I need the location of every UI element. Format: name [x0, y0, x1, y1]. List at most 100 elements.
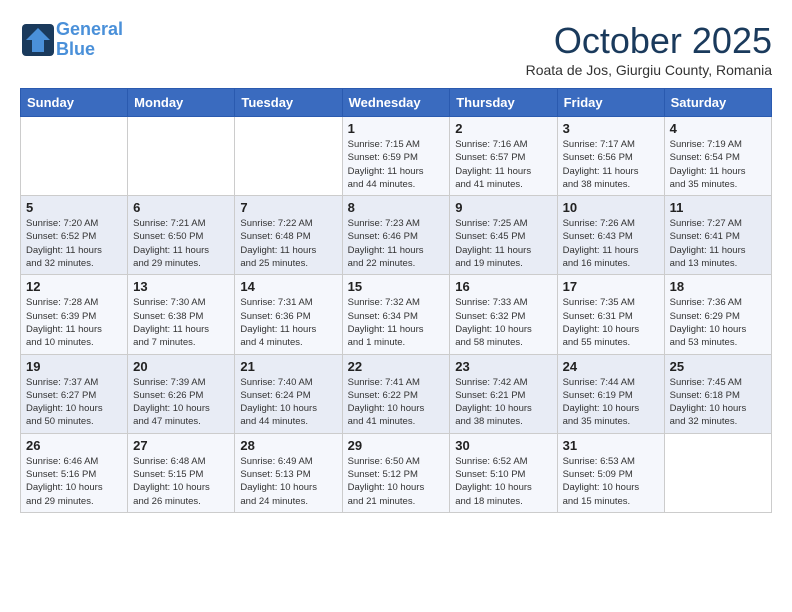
calendar-cell: 11 Sunrise: 7:27 AM Sunset: 6:41 PM Dayli…: [664, 196, 771, 275]
calendar-cell: 25 Sunrise: 7:45 AM Sunset: 6:18 PM Dayli…: [664, 354, 771, 433]
calendar-cell: 20 Sunrise: 7:39 AM Sunset: 6:26 PM Dayli…: [128, 354, 235, 433]
calendar-week-row: 1Sunrise: 7:15 AM Sunset: 6:59 PM Daylig…: [21, 117, 772, 196]
day-number: 29: [348, 438, 445, 453]
calendar-cell: 28Sunrise: 6:49 AM Sunset: 5:13 PM Dayli…: [235, 433, 342, 512]
day-number: 22: [348, 359, 445, 374]
calendar-week-row: 26Sunrise: 6:46 AM Sunset: 5:16 PM Dayli…: [21, 433, 772, 512]
day-number: 19: [26, 359, 122, 374]
calendar-week-row: 19Sunrise: 7:37 AM Sunset: 6:27 PM Dayli…: [21, 354, 772, 433]
calendar-week-row: 5 Sunrise: 7:20 AM Sunset: 6:52 PM Daylig…: [21, 196, 772, 275]
day-number: 13: [133, 279, 229, 294]
calendar-cell: 31 Sunrise: 6:53 AM Sunset: 5:09 PM Dayli…: [557, 433, 664, 512]
calendar-cell: 15 Sunrise: 7:32 AM Sunset: 6:34 PM Dayli…: [342, 275, 450, 354]
calendar-cell: 29Sunrise: 6:50 AM Sunset: 5:12 PM Dayli…: [342, 433, 450, 512]
calendar-cell: 16 Sunrise: 7:33 AM Sunset: 6:32 PM Dayli…: [450, 275, 557, 354]
day-info: Sunrise: 7:20 AM Sunset: 6:52 PM Dayligh…: [26, 217, 122, 270]
day-info: Sunrise: 7:27 AM Sunset: 6:41 PM Dayligh…: [670, 217, 766, 270]
weekday-header: Wednesday: [342, 89, 450, 117]
day-number: 25: [670, 359, 766, 374]
calendar-cell: 5 Sunrise: 7:20 AM Sunset: 6:52 PM Daylig…: [21, 196, 128, 275]
day-info: Sunrise: 7:33 AM Sunset: 6:32 PM Dayligh…: [455, 296, 551, 349]
day-number: 21: [240, 359, 336, 374]
day-number: 15: [348, 279, 445, 294]
day-info: Sunrise: 7:23 AM Sunset: 6:46 PM Dayligh…: [348, 217, 445, 270]
calendar-cell: 23 Sunrise: 7:42 AM Sunset: 6:21 PM Dayli…: [450, 354, 557, 433]
weekday-header: Thursday: [450, 89, 557, 117]
day-number: 11: [670, 200, 766, 215]
day-number: 3: [563, 121, 659, 136]
weekday-header: Friday: [557, 89, 664, 117]
day-info: Sunrise: 7:32 AM Sunset: 6:34 PM Dayligh…: [348, 296, 445, 349]
logo-text: General Blue: [56, 20, 123, 60]
calendar-cell: [235, 117, 342, 196]
logo-icon: [20, 22, 56, 58]
calendar-cell: 26Sunrise: 6:46 AM Sunset: 5:16 PM Dayli…: [21, 433, 128, 512]
calendar-cell: 2 Sunrise: 7:16 AM Sunset: 6:57 PM Daylig…: [450, 117, 557, 196]
day-info: Sunrise: 7:26 AM Sunset: 6:43 PM Dayligh…: [563, 217, 659, 270]
calendar-cell: 27 Sunrise: 6:48 AM Sunset: 5:15 PM Dayli…: [128, 433, 235, 512]
calendar-cell: 10 Sunrise: 7:26 AM Sunset: 6:43 PM Dayli…: [557, 196, 664, 275]
day-info: Sunrise: 7:44 AM Sunset: 6:19 PM Dayligh…: [563, 376, 659, 429]
weekday-header: Tuesday: [235, 89, 342, 117]
month-title: October 2025: [526, 20, 772, 62]
weekday-header: Sunday: [21, 89, 128, 117]
calendar-cell: 24 Sunrise: 7:44 AM Sunset: 6:19 PM Dayli…: [557, 354, 664, 433]
day-info: Sunrise: 7:15 AM Sunset: 6:59 PM Dayligh…: [348, 138, 445, 191]
day-info: Sunrise: 7:16 AM Sunset: 6:57 PM Dayligh…: [455, 138, 551, 191]
day-number: 16: [455, 279, 551, 294]
calendar-cell: [664, 433, 771, 512]
day-info: Sunrise: 7:28 AM Sunset: 6:39 PM Dayligh…: [26, 296, 122, 349]
day-number: 27: [133, 438, 229, 453]
day-info: Sunrise: 7:41 AM Sunset: 6:22 PM Dayligh…: [348, 376, 445, 429]
day-number: 20: [133, 359, 229, 374]
calendar-cell: 8 Sunrise: 7:23 AM Sunset: 6:46 PM Daylig…: [342, 196, 450, 275]
calendar-cell: 4Sunrise: 7:19 AM Sunset: 6:54 PM Daylig…: [664, 117, 771, 196]
page-header: General Blue October 2025 Roata de Jos, …: [20, 20, 772, 78]
day-number: 12: [26, 279, 122, 294]
day-number: 14: [240, 279, 336, 294]
calendar-cell: 7 Sunrise: 7:22 AM Sunset: 6:48 PM Daylig…: [235, 196, 342, 275]
day-info: Sunrise: 7:45 AM Sunset: 6:18 PM Dayligh…: [670, 376, 766, 429]
day-info: Sunrise: 7:40 AM Sunset: 6:24 PM Dayligh…: [240, 376, 336, 429]
calendar-cell: 6 Sunrise: 7:21 AM Sunset: 6:50 PM Daylig…: [128, 196, 235, 275]
day-info: Sunrise: 7:19 AM Sunset: 6:54 PM Dayligh…: [670, 138, 766, 191]
calendar-cell: 9Sunrise: 7:25 AM Sunset: 6:45 PM Daylig…: [450, 196, 557, 275]
calendar-cell: [21, 117, 128, 196]
weekday-header: Monday: [128, 89, 235, 117]
day-number: 17: [563, 279, 659, 294]
day-info: Sunrise: 7:39 AM Sunset: 6:26 PM Dayligh…: [133, 376, 229, 429]
day-info: Sunrise: 7:36 AM Sunset: 6:29 PM Dayligh…: [670, 296, 766, 349]
day-number: 31: [563, 438, 659, 453]
title-block: October 2025 Roata de Jos, Giurgiu Count…: [526, 20, 772, 78]
day-number: 5: [26, 200, 122, 215]
day-number: 23: [455, 359, 551, 374]
calendar-cell: 17Sunrise: 7:35 AM Sunset: 6:31 PM Dayli…: [557, 275, 664, 354]
day-number: 2: [455, 121, 551, 136]
day-number: 7: [240, 200, 336, 215]
weekday-header-row: SundayMondayTuesdayWednesdayThursdayFrid…: [21, 89, 772, 117]
calendar-cell: 18Sunrise: 7:36 AM Sunset: 6:29 PM Dayli…: [664, 275, 771, 354]
day-number: 10: [563, 200, 659, 215]
day-info: Sunrise: 6:48 AM Sunset: 5:15 PM Dayligh…: [133, 455, 229, 508]
calendar-cell: 1Sunrise: 7:15 AM Sunset: 6:59 PM Daylig…: [342, 117, 450, 196]
calendar-cell: 22 Sunrise: 7:41 AM Sunset: 6:22 PM Dayli…: [342, 354, 450, 433]
day-info: Sunrise: 7:22 AM Sunset: 6:48 PM Dayligh…: [240, 217, 336, 270]
calendar-cell: 3Sunrise: 7:17 AM Sunset: 6:56 PM Daylig…: [557, 117, 664, 196]
day-number: 6: [133, 200, 229, 215]
day-info: Sunrise: 6:52 AM Sunset: 5:10 PM Dayligh…: [455, 455, 551, 508]
location-subtitle: Roata de Jos, Giurgiu County, Romania: [526, 62, 772, 78]
day-number: 28: [240, 438, 336, 453]
day-info: Sunrise: 7:25 AM Sunset: 6:45 PM Dayligh…: [455, 217, 551, 270]
day-info: Sunrise: 7:42 AM Sunset: 6:21 PM Dayligh…: [455, 376, 551, 429]
calendar-cell: 12 Sunrise: 7:28 AM Sunset: 6:39 PM Dayli…: [21, 275, 128, 354]
calendar-week-row: 12 Sunrise: 7:28 AM Sunset: 6:39 PM Dayli…: [21, 275, 772, 354]
day-number: 8: [348, 200, 445, 215]
weekday-header: Saturday: [664, 89, 771, 117]
day-number: 26: [26, 438, 122, 453]
calendar-cell: 19Sunrise: 7:37 AM Sunset: 6:27 PM Dayli…: [21, 354, 128, 433]
day-info: Sunrise: 7:21 AM Sunset: 6:50 PM Dayligh…: [133, 217, 229, 270]
day-number: 30: [455, 438, 551, 453]
logo: General Blue: [20, 20, 123, 60]
day-info: Sunrise: 6:53 AM Sunset: 5:09 PM Dayligh…: [563, 455, 659, 508]
day-number: 24: [563, 359, 659, 374]
